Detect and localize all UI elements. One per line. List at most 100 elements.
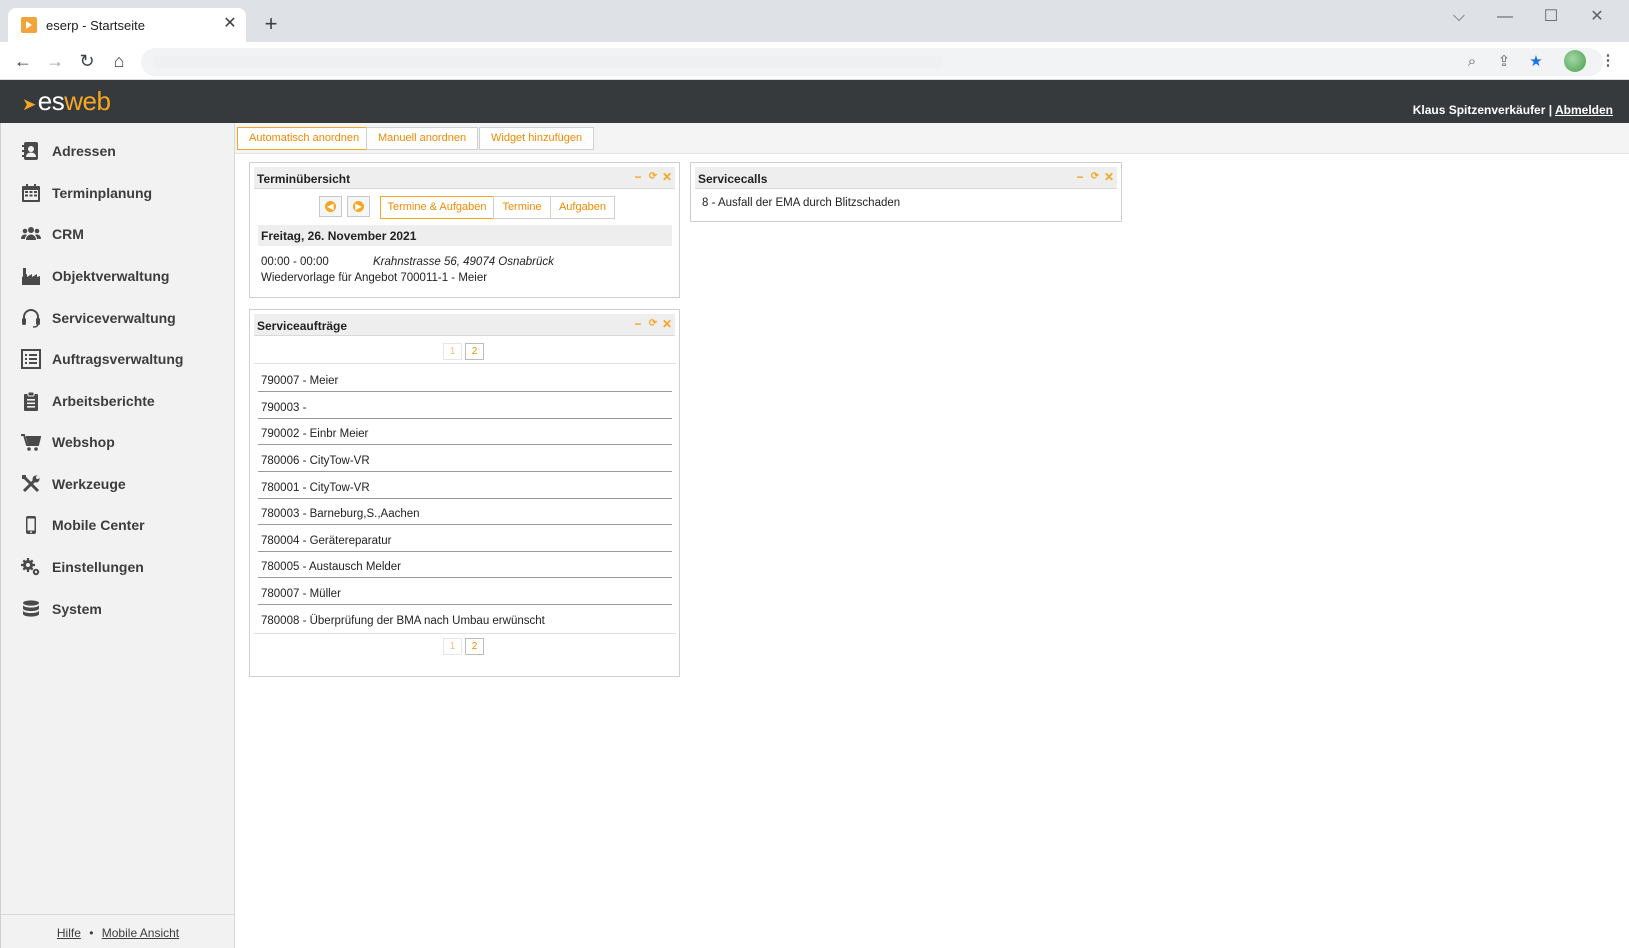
esweb-logo[interactable]: ➤esweb [22,86,111,117]
tab-termine[interactable]: Termine [493,196,551,219]
sidebar-item-label: Terminplanung [52,185,153,201]
sidebar-item-auftragsverwaltung[interactable]: Auftragsverwaltung [1,341,235,377]
sidebar-item-serviceverwaltung[interactable]: Serviceverwaltung [1,300,235,336]
sidebar-item-label: CRM [52,226,84,242]
reload-icon[interactable]: ↻ [74,48,100,74]
add-widget-button[interactable]: Widget hinzufügen [479,127,595,150]
browser-tab[interactable]: eserp - Startseite ✕ [8,8,246,42]
maximize-button[interactable]: ☐ [1536,6,1566,28]
refresh-icon[interactable]: ⟳ [1089,170,1101,184]
browser-tabstrip: eserp - Startseite ✕ + ⌵ — ☐ ✕ [0,0,1629,42]
table-row[interactable]: 780001 - CityTow-VR [258,472,672,499]
appointment-address[interactable]: Krahnstrasse 56, 49074 Osnabrück [373,256,554,268]
page-2-button[interactable]: 2 [465,343,484,360]
home-icon[interactable]: ⌂ [106,48,132,74]
sidebar-item-label: Werkzeuge [52,476,126,492]
bookmark-star-icon[interactable]: ★ [1523,49,1549,75]
sidebar-item-mobile-center[interactable]: Mobile Center [1,507,235,543]
date-label: Freitag, 26. November 2021 [261,229,417,243]
widget-servicecalls: Servicecalls − ⟳ ✕ 8 - Ausfall der EMA d… [690,162,1122,222]
sidebar-item-label: Auftragsverwaltung [52,351,184,367]
menu-kebab-icon[interactable]: ⋮ [1595,48,1621,74]
profile-avatar[interactable] [1564,50,1586,72]
help-link[interactable]: Hilfe [57,926,81,940]
close-icon[interactable]: ✕ [661,317,673,331]
browser-toolbar: ← → ↻ ⌂ ⌕ ⇪ ★ ⋮ [0,42,1629,80]
address-bar[interactable]: ⌕ ⇪ ★ [141,48,1603,76]
calendar-icon [22,184,40,202]
table-row[interactable]: 780007 - Müller [258,578,672,605]
table-row[interactable]: 780004 - Gerätereparatur [258,525,672,552]
table-row[interactable]: 790003 - [258,392,672,419]
manual-arrange-button[interactable]: Manuell anordnen [366,127,479,150]
forward-icon[interactable]: → [42,48,68,74]
table-row[interactable]: 790002 - Einbr Meier [258,418,672,445]
table-row[interactable]: 780008 - Überprüfung der BMA nach Umbau … [258,605,672,632]
page-1-button[interactable]: 1 [443,343,462,360]
row-label: 780007 - Müller [261,588,341,600]
table-row[interactable]: 780003 - Barneburg,S.,Aachen [258,498,672,525]
new-tab-button[interactable]: + [258,12,284,38]
sidebar-item-webshop[interactable]: Webshop [1,424,235,460]
widget-title: Servicecalls [698,172,768,186]
close-icon[interactable]: ✕ [1103,170,1115,184]
sidebar-item-label: Serviceverwaltung [52,310,176,326]
sidebar-item-system[interactable]: System [1,591,235,627]
sidebar-item-objektverwaltung[interactable]: Objektverwaltung [1,258,235,294]
favicon-icon [21,17,37,33]
row-label: 780008 - Überprüfung der BMA nach Umbau … [261,615,545,627]
prev-day-button[interactable]: ◀ [319,196,342,217]
next-day-button[interactable]: ▶ [347,196,370,217]
sidebar-item-label: Adressen [52,143,116,159]
back-icon[interactable]: ← [10,48,36,74]
minimize-icon[interactable]: − [632,170,644,184]
footer-separator: • [89,926,94,940]
app-header: ➤esweb Klaus Spitzenverkäufer | Abmelden [0,80,1629,123]
sidebar-item-crm[interactable]: CRM [1,216,235,252]
widget-header: Servicecalls − ⟳ ✕ [695,167,1117,189]
row-label: 790007 - Meier [261,375,339,387]
widget-title: Serviceaufträge [257,319,348,333]
gears-icon [21,558,40,576]
tab-search-button[interactable]: ⌵ [1444,6,1474,28]
window-close-button[interactable]: ✕ [1582,6,1612,28]
tab-close-button[interactable]: ✕ [220,14,240,34]
row-label: 780006 - CityTow-VR [261,455,370,467]
minimize-button[interactable]: — [1490,6,1520,28]
mobile-view-link[interactable]: Mobile Ansicht [102,926,179,940]
servicecall-item[interactable]: 8 - Ausfall der EMA durch Blitzschaden [702,197,900,209]
minimize-icon[interactable]: − [632,317,644,331]
appointment-time[interactable]: 00:00 - 00:00 [261,256,329,268]
sidebar-item-terminplanung[interactable]: Terminplanung [1,175,235,211]
sidebar-item-label: System [52,601,102,617]
refresh-icon[interactable]: ⟳ [647,317,659,331]
sidebar-item-einstellungen[interactable]: Einstellungen [1,549,235,585]
address-book-icon [22,142,38,160]
table-row[interactable]: 780006 - CityTow-VR [258,445,672,472]
sidebar-item-label: Objektverwaltung [52,268,170,284]
tab-aufgaben[interactable]: Aufgaben [550,196,615,219]
row-label: 780001 - CityTow-VR [261,482,370,494]
headset-icon [22,309,40,328]
widget-serviceauftraege: Serviceaufträge − ⟳ ✕ 1 2 790007 - Meier… [249,309,680,677]
zoom-icon[interactable]: ⌕ [1459,49,1485,75]
share-icon[interactable]: ⇪ [1491,49,1517,75]
tab-termine-aufgaben[interactable]: Termine & Aufgaben [380,196,494,219]
logout-link[interactable]: Abmelden [1555,103,1613,117]
sidebar-item-label: Webshop [52,434,115,450]
close-icon[interactable]: ✕ [661,170,673,184]
appointment-text[interactable]: Wiedervorlage für Angebot 700011-1 - Mei… [261,272,487,284]
widget-title: Terminübersicht [257,172,351,186]
refresh-icon[interactable]: ⟳ [647,170,659,184]
row-label: 780005 - Austausch Melder [261,561,402,573]
minimize-icon[interactable]: − [1074,170,1086,184]
sidebar: Adressen Terminplanung CRM Objektverwalt… [0,123,235,948]
page-2-button[interactable]: 2 [465,638,484,655]
table-row[interactable]: 780005 - Austausch Melder [258,551,672,578]
page-1-button[interactable]: 1 [443,638,462,655]
sidebar-item-arbeitsberichte[interactable]: Arbeitsberichte [1,383,235,419]
sidebar-item-werkzeuge[interactable]: Werkzeuge [1,466,235,502]
auto-arrange-button[interactable]: Automatisch anordnen [237,127,372,150]
table-row[interactable]: 790007 - Meier [258,365,672,392]
sidebar-item-adressen[interactable]: Adressen [1,133,235,169]
